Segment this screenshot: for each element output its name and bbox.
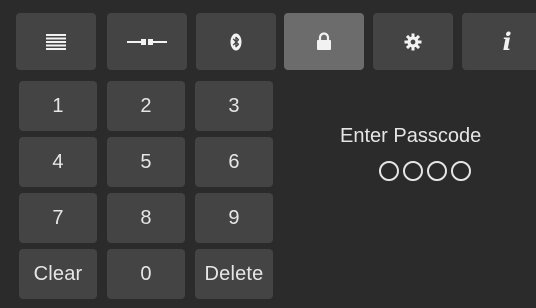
clear-button[interactable]: Clear bbox=[19, 249, 97, 299]
key-1[interactable]: 1 bbox=[19, 81, 97, 131]
delete-button[interactable]: Delete bbox=[195, 249, 273, 299]
lock-icon bbox=[316, 32, 332, 51]
tab-bar: i bbox=[16, 13, 536, 71]
passcode-screen: i 1 2 3 4 5 6 7 8 9 Clear 0 Delete Enter… bbox=[0, 0, 536, 308]
tab-connection[interactable] bbox=[107, 13, 187, 70]
passcode-dot bbox=[403, 161, 423, 181]
key-0[interactable]: 0 bbox=[107, 249, 185, 299]
connection-icon bbox=[127, 36, 167, 48]
tab-list[interactable] bbox=[16, 13, 96, 70]
list-icon bbox=[46, 33, 66, 50]
bluetooth-icon bbox=[230, 33, 242, 51]
info-icon: i bbox=[502, 26, 512, 56]
gear-icon bbox=[404, 33, 422, 51]
tab-bluetooth[interactable] bbox=[196, 13, 276, 70]
passcode-title: Enter Passcode bbox=[340, 125, 482, 147]
key-8[interactable]: 8 bbox=[107, 193, 185, 243]
tab-info[interactable]: i bbox=[462, 13, 536, 70]
key-9[interactable]: 9 bbox=[195, 193, 273, 243]
passcode-panel: Enter Passcode bbox=[340, 125, 530, 195]
key-5[interactable]: 5 bbox=[107, 137, 185, 187]
key-7[interactable]: 7 bbox=[19, 193, 97, 243]
passcode-dot bbox=[427, 161, 447, 181]
key-6[interactable]: 6 bbox=[195, 137, 273, 187]
key-2[interactable]: 2 bbox=[107, 81, 185, 131]
key-4[interactable]: 4 bbox=[19, 137, 97, 187]
key-3[interactable]: 3 bbox=[195, 81, 273, 131]
passcode-indicator bbox=[379, 161, 471, 181]
passcode-dot bbox=[379, 161, 399, 181]
tab-lock[interactable] bbox=[284, 13, 364, 70]
tab-settings[interactable] bbox=[373, 13, 453, 70]
passcode-dot bbox=[451, 161, 471, 181]
